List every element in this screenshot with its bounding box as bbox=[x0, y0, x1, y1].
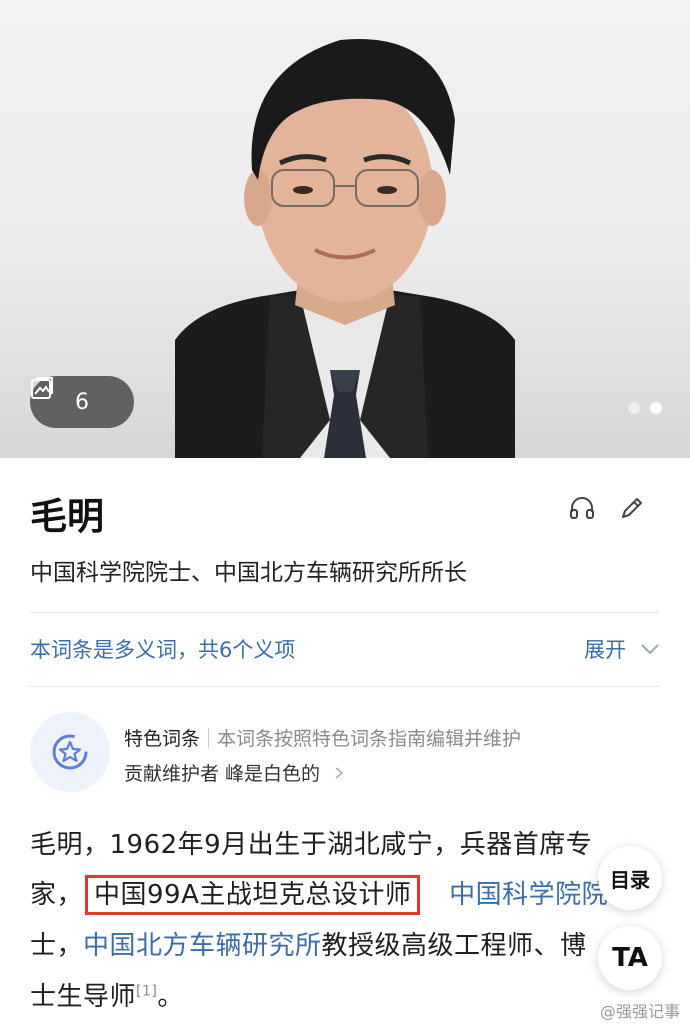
chevron-right-icon bbox=[335, 766, 344, 779]
font-size-button[interactable]: TA bbox=[598, 926, 662, 990]
body-line-2: 家， 中国99A主战坦克总设计师 中国科学院院 bbox=[30, 874, 670, 915]
toc-button[interactable]: 目录 bbox=[598, 846, 662, 910]
body-line-3: 士，中国北方车辆研究所教授级高级工程师、博 bbox=[30, 925, 670, 962]
watermark-text: @强强记事 bbox=[599, 1002, 680, 1021]
page-title: 毛明 bbox=[30, 495, 104, 538]
link-cas-academician[interactable]: 中国科学院院 bbox=[449, 880, 608, 910]
contributor-link[interactable]: 贡献维护者 峰是白色的 bbox=[124, 759, 344, 786]
headphones-icon[interactable] bbox=[568, 494, 596, 522]
watermark: @强强记事 bbox=[600, 998, 680, 1022]
album-count: 6 bbox=[75, 389, 89, 415]
body-line-1: 毛明，1962年9月出生于湖北咸宁，兵器首席专 bbox=[30, 824, 670, 861]
divider bbox=[30, 686, 660, 687]
expand-label: 展开 bbox=[584, 638, 626, 662]
featured-info: 特色词条 本词条按照特色词条指南编辑并维护 bbox=[124, 724, 521, 751]
contributor-label: 贡献维护者 bbox=[124, 763, 220, 785]
divider bbox=[30, 612, 660, 613]
contributor-name: 峰是白色的 bbox=[225, 763, 321, 785]
body-text: 教授级高级工程师、博 bbox=[321, 931, 587, 961]
reference-marker[interactable]: [1] bbox=[136, 983, 157, 999]
link-research-institute[interactable]: 中国北方车辆研究所 bbox=[83, 931, 322, 961]
body-line-4: 士生导师[1]。 bbox=[30, 976, 670, 1013]
highlighted-phrase: 中国99A主战坦克总设计师 bbox=[85, 875, 421, 915]
star-badge-icon bbox=[52, 734, 88, 770]
title-actions bbox=[568, 494, 646, 522]
expand-button[interactable]: 展开 bbox=[584, 634, 660, 664]
body-text: 家， bbox=[30, 880, 84, 910]
carousel-dot-active bbox=[650, 402, 662, 414]
album-count-button[interactable]: 6 bbox=[30, 376, 134, 428]
separator bbox=[208, 727, 210, 748]
carousel-indicator bbox=[628, 402, 662, 414]
featured-badge bbox=[30, 712, 110, 792]
chevron-down-icon bbox=[641, 644, 659, 655]
polysemy-link[interactable]: 本词条是多义词，共6个义项 bbox=[30, 634, 295, 664]
featured-description: 本词条按照特色词条指南编辑并维护 bbox=[217, 728, 522, 750]
body-text: 士， bbox=[30, 931, 84, 961]
carousel-dot bbox=[628, 402, 640, 414]
hero-image[interactable]: 6 bbox=[0, 0, 690, 458]
body-text: 毛明，1962年9月出生于湖北咸宁，兵器首席专 bbox=[30, 830, 593, 860]
edit-pencil-icon[interactable] bbox=[618, 494, 646, 522]
body-text: 士生导师 bbox=[30, 982, 137, 1012]
entry-subtitle: 中国科学院院士、中国北方车辆研究所所长 bbox=[30, 560, 467, 586]
body-text: 。 bbox=[157, 982, 184, 1012]
gallery-icon bbox=[31, 377, 53, 399]
featured-tag: 特色词条 bbox=[124, 728, 201, 750]
